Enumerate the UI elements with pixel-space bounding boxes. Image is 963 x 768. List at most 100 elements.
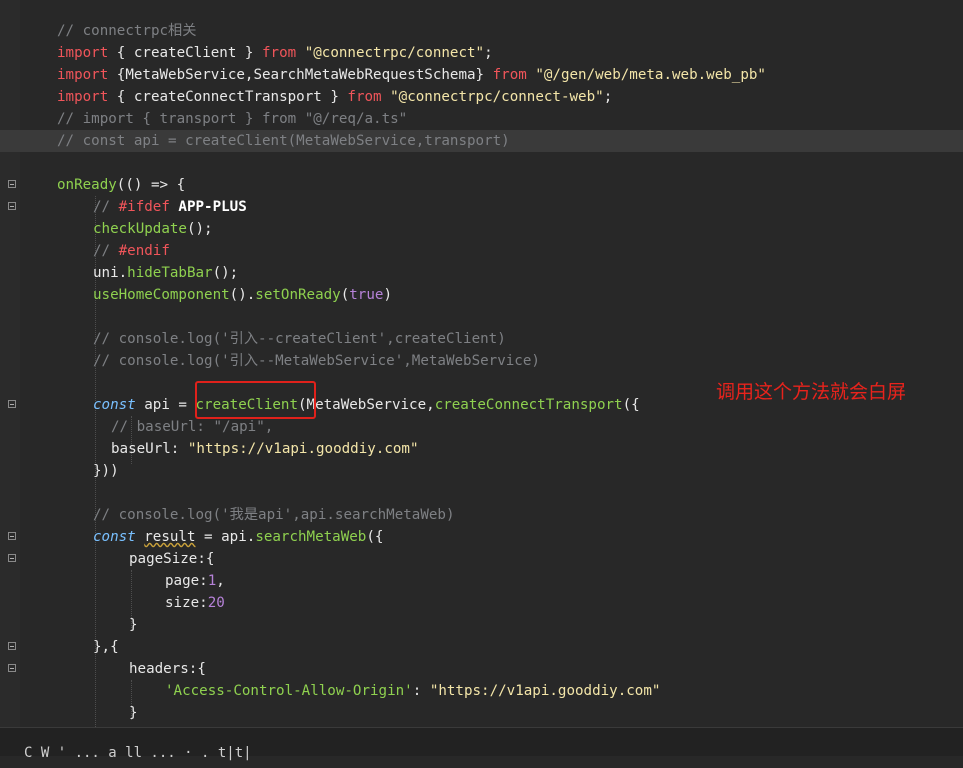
preprocessor: #ifdef [118,199,170,215]
keyword: const [93,397,136,413]
code-editor[interactable]: // connectrpc相关 import { createClient } … [0,0,963,727]
code-line: // #endif [0,240,963,262]
code-line: import {MetaWebService,SearchMetaWebRequ… [0,64,963,86]
fold-toggle-icon[interactable] [8,180,16,188]
code-text: } [129,705,138,721]
preprocessor-target: APP-PLUS [169,199,247,215]
comment: // baseUrl: "/api", [111,419,274,435]
current-line: // const api = createClient(MetaWebServi… [0,130,963,152]
code-text: uni. [93,265,128,281]
variable-name: result [144,529,196,545]
code-line: })) [0,460,963,482]
preprocessor: #endif [118,243,170,259]
fold-toggle-icon[interactable] [8,642,16,650]
code-text: = api. [195,529,256,545]
code-line: // #ifdef APP-PLUS [0,196,963,218]
code-text: ({ [366,529,384,545]
function-name: setOnReady [255,287,341,303]
code-line: // connectrpc相关 [0,20,963,42]
property-key: baseUrl [111,441,171,457]
fold-toggle-icon[interactable] [8,664,16,672]
code-text: ; [484,45,493,61]
keyword: from [492,67,527,83]
number-literal: 1 [207,573,217,589]
code-text: { createClient } [108,45,262,61]
code-text: ; [603,89,613,105]
code-line: } [0,614,963,636]
function-name: useHomeComponent [93,287,230,303]
function-name: hideTabBar [127,265,213,281]
code-text: ( [340,287,350,303]
code-text: } [129,617,138,633]
code-line: import { createClient } from "@connectrp… [0,42,963,64]
comment: // const api = createClient(MetaWebServi… [57,133,510,149]
string-literal: "https://v1api.gooddiy.com" [429,683,661,699]
boolean-literal: true [349,287,384,303]
code-text: (MetaWebService, [298,397,435,413]
code-line: uni.hideTabBar(); [0,262,963,284]
keyword: from [347,89,382,105]
code-line: import { createConnectTransport } from "… [0,86,963,108]
comment: // import { transport } from "@/req/a.ts… [57,111,408,127]
code-text: })) [93,463,119,479]
code-line: 'Access-Control-Allow-Origin': "https://… [0,680,963,702]
code-line: size:20 [0,592,963,614]
function-name: onReady [57,177,117,193]
code-line: },{ [0,636,963,658]
string-literal: "@/gen/web/meta.web.web_pb" [535,67,766,83]
string-key: 'Access-Control-Allow-Origin' [165,683,413,699]
code-line: // import { transport } from "@/req/a.ts… [0,108,963,130]
code-line: // console.log('引入--MetaWebService',Meta… [0,350,963,372]
comment: // console.log('我是api',api.searchMetaWeb… [93,507,455,523]
annotation-highlight-box [195,381,316,419]
annotation-text: 调用这个方法就会白屏 [716,381,907,403]
code-text: pageSize:{ [129,551,215,567]
code-text: ) [383,287,392,303]
code-line: baseUrl: "https://v1api.gooddiy.com" [0,438,963,460]
code-text: : [170,441,188,457]
string-literal: "@connectrpc/connect-web" [390,89,604,105]
function-name: searchMetaWeb [255,529,367,545]
code-text: { createConnectTransport } [108,89,348,105]
bottom-panel-bar: C W ' ... a ll ... · . t|t| [0,727,963,761]
code-text: , [216,573,225,589]
keyword: const [93,529,136,545]
comment: // console.log('引入--createClient',create… [93,331,506,347]
code-line: headers:{ [0,658,963,680]
property-key: size: [165,595,208,611]
code-line: // baseUrl: "/api", [0,416,963,438]
fold-toggle-icon[interactable] [8,202,16,210]
code-text: (); [212,265,239,281]
code-line: // console.log('我是api',api.searchMetaWeb… [0,504,963,526]
property-key: page: [165,573,208,589]
code-line: onReady(() => { [0,174,963,196]
code-line: pageSize:{ [0,548,963,570]
comment: // console.log('引入--MetaWebService',Meta… [93,353,540,369]
code-text: headers:{ [129,661,206,677]
code-line: checkUpdate(); [0,218,963,240]
comment: // [93,243,119,259]
code-text: {MetaWebService,SearchMetaWebRequestSche… [108,67,493,83]
comment: // connectrpc相关 [57,23,197,39]
code-text: api = [135,397,196,413]
keyword: from [262,45,297,61]
function-name: createConnectTransport [434,397,623,413]
code-text: : [412,683,430,699]
code-line: page:1, [0,570,963,592]
code-line: // console.log('引入--createClient',create… [0,328,963,350]
fold-toggle-icon[interactable] [8,400,16,408]
fold-toggle-icon[interactable] [8,532,16,540]
code-line: const result = api.searchMetaWeb({ [0,526,963,548]
fold-toggle-icon[interactable] [8,554,16,562]
keyword: import [57,89,109,105]
code-text: (); [186,221,213,237]
comment: // [93,199,119,215]
number-literal: 20 [207,595,225,611]
code-line: useHomeComponent().setOnReady(true) [0,284,963,306]
string-literal: "@connectrpc/connect" [304,45,485,61]
function-name: checkUpdate [93,221,187,237]
code-text: (() => { [116,177,186,193]
keyword: import [57,67,109,83]
code-text: (). [229,287,256,303]
